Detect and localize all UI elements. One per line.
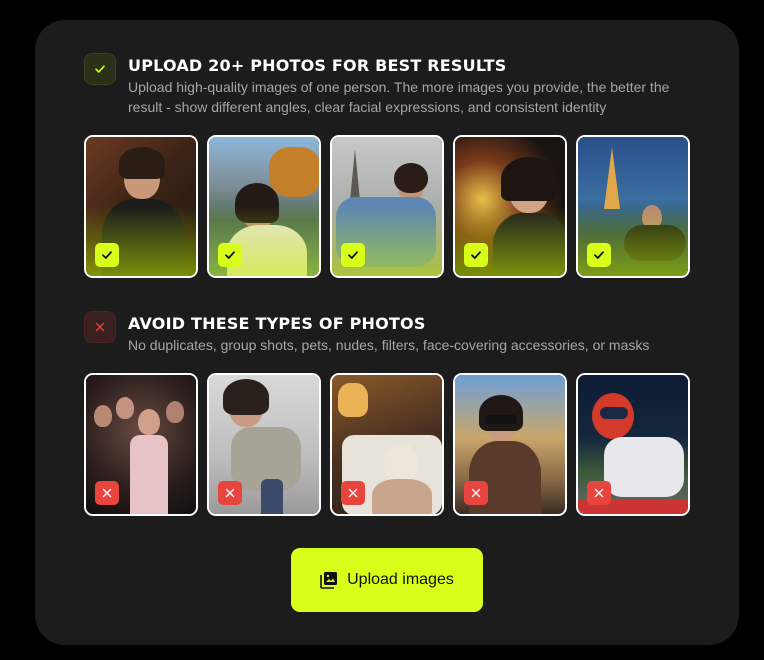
check-icon xyxy=(471,251,481,259)
upload-images-button[interactable]: Upload images xyxy=(291,548,483,612)
rejected-mark xyxy=(464,481,488,505)
bad-badge xyxy=(84,311,116,343)
bad-photo-2[interactable] xyxy=(207,373,321,516)
good-badge xyxy=(84,53,116,85)
bad-photo-1[interactable] xyxy=(84,373,198,516)
good-photos-grid xyxy=(84,135,690,278)
bad-section-description: No duplicates, group shots, pets, nudes,… xyxy=(128,337,650,353)
rejected-mark xyxy=(218,481,242,505)
rejected-mark xyxy=(95,481,119,505)
good-photos-header: UPLOAD 20+ PHOTOS FOR BEST RESULTS Uploa… xyxy=(84,53,688,117)
bad-section-title: AVOID THESE TYPES OF PHOTOS xyxy=(128,314,426,333)
close-icon xyxy=(102,488,112,498)
close-icon xyxy=(471,488,481,498)
good-section-description: Upload high-quality images of one person… xyxy=(128,79,670,115)
approved-mark xyxy=(341,243,365,267)
bad-photo-3[interactable] xyxy=(330,373,444,516)
close-icon xyxy=(225,488,235,498)
close-icon xyxy=(594,488,604,498)
check-icon xyxy=(348,251,358,259)
good-photo-2[interactable] xyxy=(207,135,321,278)
approved-mark xyxy=(218,243,242,267)
bad-photos-header: AVOID THESE TYPES OF PHOTOS No duplicate… xyxy=(49,311,688,355)
good-photo-5[interactable] xyxy=(576,135,690,278)
approved-mark xyxy=(464,243,488,267)
bad-photo-4[interactable] xyxy=(453,373,567,516)
close-icon xyxy=(348,488,358,498)
bad-photo-5[interactable] xyxy=(576,373,690,516)
image-gallery-icon xyxy=(320,572,338,589)
rejected-mark xyxy=(341,481,365,505)
upload-images-label: Upload images xyxy=(347,571,454,588)
good-photo-4[interactable] xyxy=(453,135,567,278)
good-section-title: UPLOAD 20+ PHOTOS FOR BEST RESULTS xyxy=(128,56,507,75)
rejected-mark xyxy=(587,481,611,505)
check-icon xyxy=(594,251,604,259)
good-photo-1[interactable] xyxy=(84,135,198,278)
good-photo-3[interactable] xyxy=(330,135,444,278)
check-icon xyxy=(102,251,112,259)
close-icon xyxy=(95,322,105,332)
check-icon xyxy=(95,65,105,73)
approved-mark xyxy=(587,243,611,267)
check-icon xyxy=(225,251,235,259)
approved-mark xyxy=(95,243,119,267)
bad-photos-grid xyxy=(84,373,690,516)
